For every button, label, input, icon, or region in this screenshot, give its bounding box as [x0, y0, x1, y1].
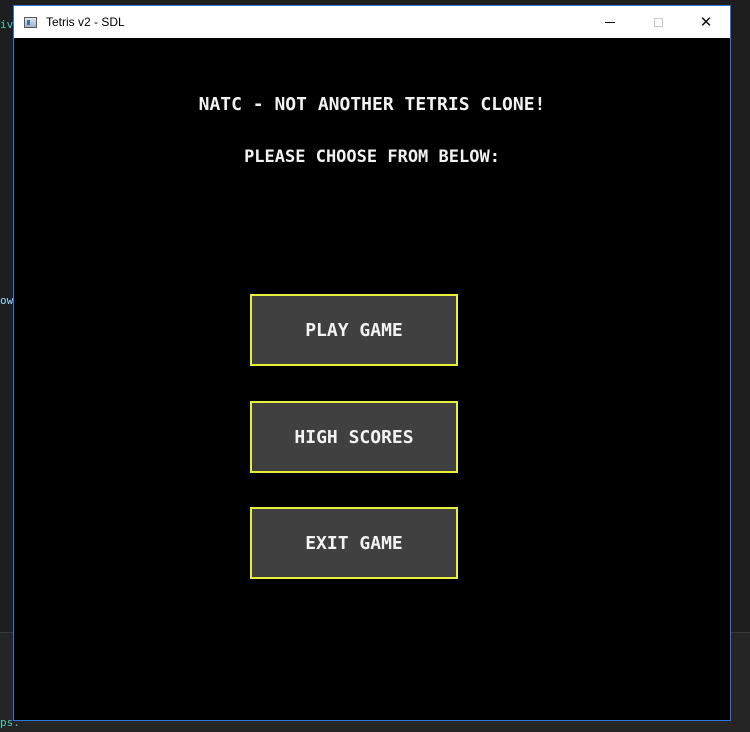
game-canvas: NATC - NOT ANOTHER TETRIS CLONE! PLEASE … [14, 38, 730, 720]
menu-prompt: PLEASE CHOOSE FROM BELOW: [244, 147, 500, 167]
background-code-fragment: iv [0, 18, 14, 31]
close-icon: ✕ [699, 13, 713, 31]
app-window-icon [24, 16, 37, 28]
maximize-icon [653, 17, 663, 27]
window-title: Tetris v2 - SDL [46, 15, 125, 29]
minimize-icon [605, 21, 615, 23]
high-scores-label: HIGH SCORES [294, 426, 414, 448]
background-code-fragment: ow [0, 294, 14, 307]
exit-game-button[interactable]: EXIT GAME [250, 507, 458, 579]
title-bar[interactable]: Tetris v2 - SDL ✕ [14, 6, 730, 38]
game-window: Tetris v2 - SDL ✕ NATC - NOT ANOTHER TET… [13, 5, 731, 721]
window-controls: ✕ [586, 6, 730, 38]
minimize-button[interactable] [586, 6, 634, 38]
exit-game-label: EXIT GAME [305, 532, 403, 554]
headline: NATC - NOT ANOTHER TETRIS CLONE! [198, 94, 546, 115]
play-game-label: PLAY GAME [305, 319, 403, 341]
play-game-button[interactable]: PLAY GAME [250, 294, 458, 366]
close-button[interactable]: ✕ [682, 6, 730, 38]
maximize-button[interactable] [634, 6, 682, 38]
high-scores-button[interactable]: HIGH SCORES [250, 401, 458, 473]
